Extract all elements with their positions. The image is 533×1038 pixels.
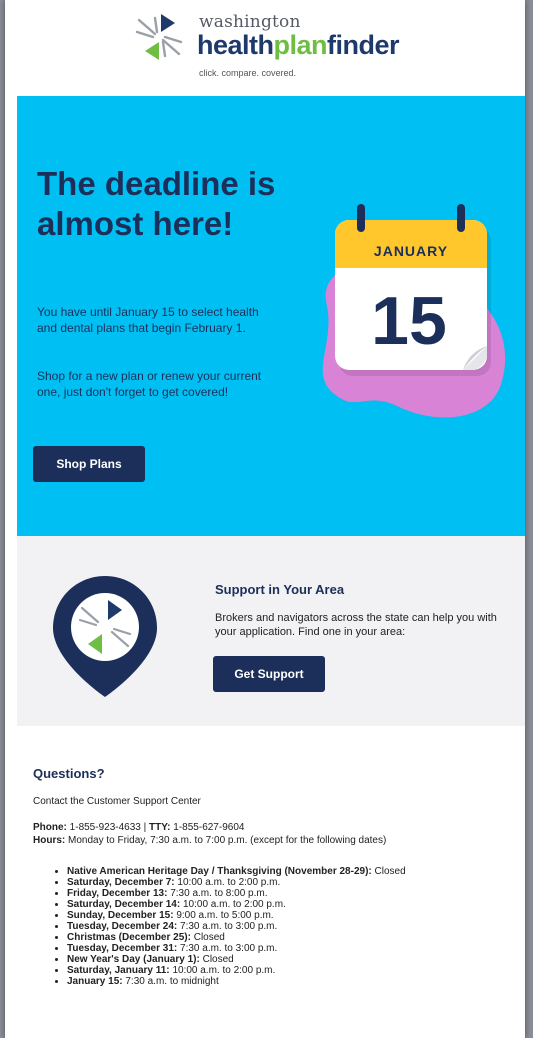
hero-section: The deadline is almost here! You have un… <box>17 96 525 536</box>
date-value: 10:00 a.m. to 2:00 p.m. <box>177 877 281 888</box>
hours-text: Monday to Friday, 7:30 a.m. to 7:00 p.m.… <box>68 835 387 846</box>
support-title: Support in Your Area <box>215 582 345 597</box>
holiday-hours-list: Native American Heritage Day / Thanksgiv… <box>33 866 525 987</box>
list-item: Tuesday, December 31: 7:30 a.m. to 3:00 … <box>67 943 525 954</box>
list-item: Tuesday, December 24: 7:30 a.m. to 3:00 … <box>67 921 525 932</box>
calendar-icon: JANUARY 15 <box>322 204 506 418</box>
email-header: washington healthplanfinder click. compa… <box>5 0 525 96</box>
date-label: Sunday, December 15: <box>67 910 174 921</box>
get-support-button[interactable]: Get Support <box>213 656 325 692</box>
logo-text-health: health <box>197 30 274 60</box>
contact-text: Contact the Customer Support Center <box>33 796 201 807</box>
list-item: Saturday, December 14: 10:00 a.m. to 2:0… <box>67 899 525 910</box>
calendar-month: JANUARY <box>374 243 448 259</box>
hero-paragraph-shop: Shop for a new plan or renew your curren… <box>37 369 262 399</box>
tty-number: 1-855-627-9604 <box>173 822 245 833</box>
date-value: 10:00 a.m. to 2:00 p.m. <box>172 965 276 976</box>
date-label: Native American Heritage Day / Thanksgiv… <box>67 866 372 877</box>
phone-number: 1-855-923-4633 <box>69 822 141 833</box>
list-item: January 15: 7:30 a.m. to midnight <box>67 976 525 987</box>
contact-info: Phone: 1-855-923-4633 | TTY: 1-855-627-9… <box>33 821 523 847</box>
logo-mark-icon <box>135 14 183 60</box>
email-frame: washington healthplanfinder click. compa… <box>5 0 525 1038</box>
list-item: Saturday, January 11: 10:00 a.m. to 2:00… <box>67 965 525 976</box>
questions-section: Questions? Contact the Customer Support … <box>17 726 525 1038</box>
hours-label: Hours: <box>33 835 66 846</box>
list-item: New Year's Day (January 1): Closed <box>67 954 525 965</box>
logo-text-main: healthplanfinder <box>197 30 400 61</box>
date-label: Saturday, December 14: <box>67 899 181 910</box>
location-pin-icon <box>53 576 157 697</box>
date-label: Christmas (December 25): <box>67 932 191 943</box>
date-label: New Year's Day (January 1): <box>67 954 200 965</box>
date-label: Saturday, January 11: <box>67 965 170 976</box>
phone-label: Phone: <box>33 822 67 833</box>
hero-paragraph-deadline: You have until January 15 to select heal… <box>37 305 259 335</box>
calendar-day: 15 <box>371 283 447 359</box>
list-item: Christmas (December 25): Closed <box>67 932 525 943</box>
date-value: Closed <box>374 866 406 877</box>
date-value: 7:30 a.m. to 8:00 p.m. <box>170 888 268 899</box>
support-section: Support in Your Area Brokers and navigat… <box>17 536 525 726</box>
logo-text-washington: washington <box>199 12 301 32</box>
list-item: Friday, December 13: 7:30 a.m. to 8:00 p… <box>67 888 525 899</box>
list-item: Saturday, December 7: 10:00 a.m. to 2:00… <box>67 877 525 888</box>
date-label: Tuesday, December 31: <box>67 943 178 954</box>
logo-text-finder: finder <box>327 30 400 60</box>
questions-title: Questions? <box>33 766 105 781</box>
date-label: Friday, December 13: <box>67 888 168 899</box>
date-value: 9:00 a.m. to 5:00 p.m. <box>176 910 274 921</box>
date-value: Closed <box>202 954 234 965</box>
separator: | <box>143 822 147 833</box>
support-text: Brokers and navigators across the state … <box>215 612 497 638</box>
shop-plans-button[interactable]: Shop Plans <box>33 446 145 482</box>
date-value: Closed <box>193 932 225 943</box>
date-label: Tuesday, December 24: <box>67 921 178 932</box>
logo-tagline: click. compare. covered. <box>199 68 297 78</box>
date-label: Saturday, December 7: <box>67 877 175 888</box>
list-item: Native American Heritage Day / Thanksgiv… <box>67 866 525 877</box>
date-value: 10:00 a.m. to 2:00 p.m. <box>182 899 286 910</box>
date-value: 7:30 a.m. to midnight <box>125 976 219 987</box>
logo-text-plan: plan <box>273 30 328 60</box>
date-value: 7:30 a.m. to 3:00 p.m. <box>180 921 278 932</box>
list-item: Sunday, December 15: 9:00 a.m. to 5:00 p… <box>67 910 525 921</box>
date-value: 7:30 a.m. to 3:00 p.m. <box>180 943 278 954</box>
tty-label: TTY: <box>149 822 171 833</box>
date-label: January 15: <box>67 976 123 987</box>
hero-title: The deadline is almost here! <box>37 165 276 242</box>
